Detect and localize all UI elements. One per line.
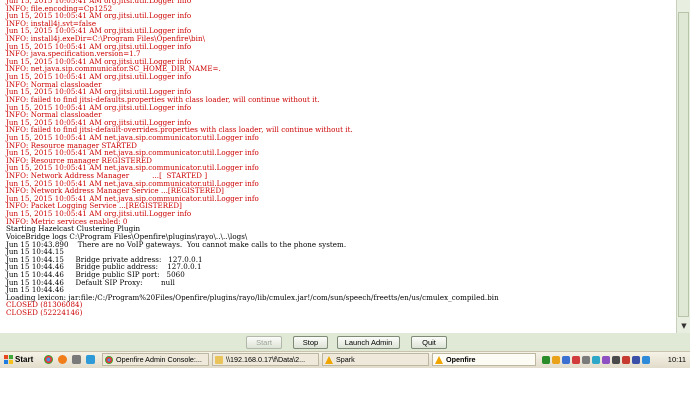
chrome-icon xyxy=(105,356,113,364)
app-quicklaunch-icon[interactable] xyxy=(86,355,95,364)
tray-icon[interactable] xyxy=(542,356,550,364)
log-line: Jun 15 10:43.890 There are no VoIP gatew… xyxy=(6,239,347,249)
firefox-quicklaunch-icon[interactable] xyxy=(58,355,67,364)
chrome-quicklaunch-icon[interactable] xyxy=(44,355,53,364)
tray-icon[interactable] xyxy=(602,356,610,364)
task-label: Spark xyxy=(336,355,355,364)
button-bar: Start Stop Launch Admin Quit xyxy=(0,333,690,351)
scroll-up-button[interactable] xyxy=(678,0,690,10)
stop-button[interactable]: Stop xyxy=(293,336,328,349)
task-label: Openfire xyxy=(446,355,476,364)
tray-icon[interactable] xyxy=(592,356,600,364)
clock: 10:11 xyxy=(667,355,686,364)
folder-icon xyxy=(215,356,223,364)
tray-icon[interactable] xyxy=(582,356,590,364)
system-tray: 10:11 xyxy=(538,353,690,367)
task-openfire[interactable]: Openfire xyxy=(432,353,536,366)
tray-icon[interactable] xyxy=(632,356,640,364)
scroll-thumb[interactable] xyxy=(678,12,689,317)
windows-logo-icon xyxy=(4,355,13,364)
start-menu-button[interactable]: Start xyxy=(2,353,38,366)
start-label: Start xyxy=(15,355,34,364)
log-line: CLOSED (52224146) xyxy=(6,307,83,317)
volume-icon[interactable] xyxy=(642,356,650,364)
taskbar: Start Openfire Admin Console:... \\192.1… xyxy=(0,351,690,368)
task-spark[interactable]: Spark xyxy=(322,353,429,366)
vertical-scrollbar[interactable]: ▼ xyxy=(676,0,690,333)
task-network-folder[interactable]: \\192.168.0.17\f\Data\2... xyxy=(212,353,319,366)
task-label: \\192.168.0.17\f\Data\2... xyxy=(226,355,306,364)
log-lines: Jun 15, 2015 10:05:41 AM org.jitsi.util.… xyxy=(6,0,499,317)
task-openfire-admin-console[interactable]: Openfire Admin Console:... xyxy=(102,353,209,366)
scroll-down-button[interactable]: ▼ xyxy=(678,321,690,331)
chevron-down-icon: ▼ xyxy=(681,322,687,330)
tray-icon[interactable] xyxy=(622,356,630,364)
start-button[interactable]: Start xyxy=(246,336,282,349)
log-line: Jun 15 10:44.46 Default SIP Proxy: null xyxy=(6,277,175,287)
openfire-launcher-window: Jun 15, 2015 10:05:41 AM org.jitsi.util.… xyxy=(0,0,690,414)
tray-icon[interactable] xyxy=(552,356,560,364)
openfire-icon xyxy=(435,356,443,364)
tray-icon[interactable] xyxy=(562,356,570,364)
task-label: Openfire Admin Console:... xyxy=(116,355,202,364)
tray-icon[interactable] xyxy=(572,356,580,364)
launch-admin-button[interactable]: Launch Admin xyxy=(337,336,400,349)
spark-icon xyxy=(325,356,333,364)
tray-icon[interactable] xyxy=(612,356,620,364)
window-quicklaunch-icon[interactable] xyxy=(72,355,81,364)
console-output[interactable]: Jun 15, 2015 10:05:41 AM org.jitsi.util.… xyxy=(0,0,676,333)
quit-button[interactable]: Quit xyxy=(411,336,447,349)
